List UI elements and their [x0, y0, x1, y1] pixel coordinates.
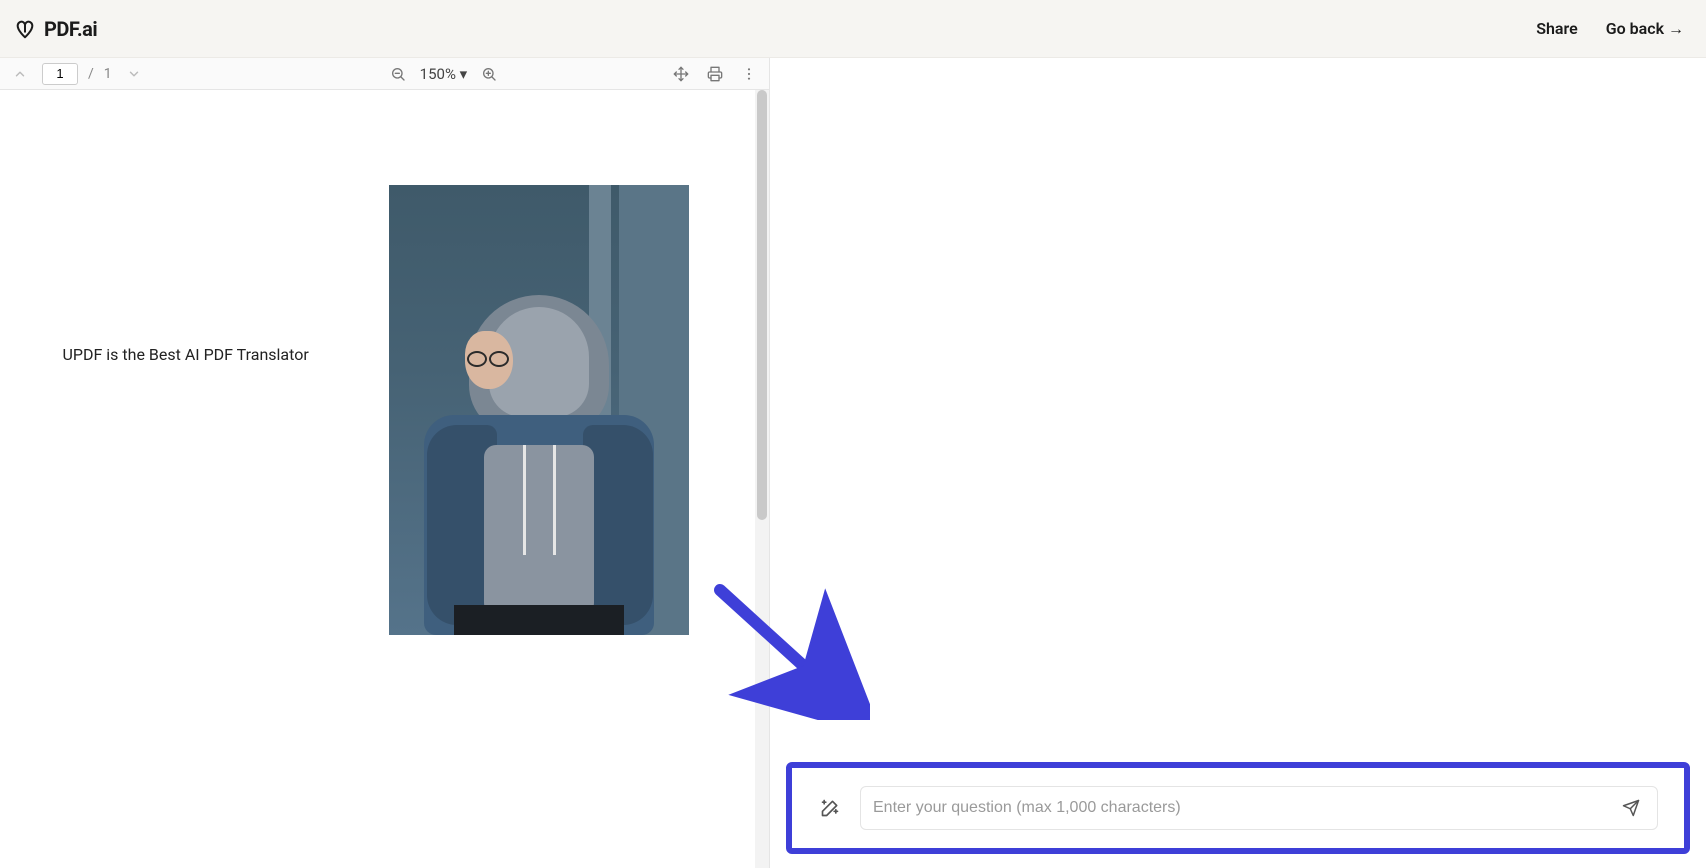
share-button[interactable]: Share — [1536, 19, 1578, 38]
pdf-pane: / 1 150% ▾ — [0, 58, 770, 868]
page-number-input[interactable] — [42, 63, 78, 85]
zoom-level-dropdown[interactable]: 150% ▾ — [420, 65, 468, 83]
move-tool-button[interactable] — [669, 62, 693, 86]
body-split: / 1 150% ▾ — [0, 58, 1706, 868]
chat-pane — [770, 58, 1706, 868]
brand-name: PDF.ai — [44, 17, 97, 41]
pdf-page: UPDF is the Best AI PDF Translator — [15, 90, 755, 850]
page-total: 1 — [104, 66, 112, 82]
page-down-button[interactable] — [122, 62, 146, 86]
chat-input-container — [860, 786, 1658, 830]
chat-input-highlight-box — [786, 762, 1690, 854]
print-button[interactable] — [703, 62, 727, 86]
page-separator: / — [88, 66, 94, 82]
chat-question-input[interactable] — [873, 799, 1607, 817]
app-header: PDF.ai Share Go back → — [0, 0, 1706, 58]
magic-wand-icon[interactable] — [818, 796, 842, 820]
pdf-scrollbar-thumb[interactable] — [757, 90, 767, 520]
pdf-scrollbar-track[interactable] — [755, 90, 769, 868]
more-menu-button[interactable] — [737, 62, 761, 86]
zoom-in-button[interactable] — [477, 62, 501, 86]
pdf-body-text: UPDF is the Best AI PDF Translator — [63, 345, 309, 364]
brand: PDF.ai — [14, 17, 97, 41]
pdf-viewport[interactable]: UPDF is the Best AI PDF Translator — [0, 90, 769, 868]
page-up-button[interactable] — [8, 62, 32, 86]
zoom-out-button[interactable] — [386, 62, 410, 86]
go-back-button[interactable]: Go back → — [1606, 19, 1684, 39]
pdf-toolbar: / 1 150% ▾ — [0, 58, 769, 90]
pdf-embedded-image — [389, 185, 689, 635]
header-actions: Share Go back → — [1536, 19, 1684, 39]
send-button[interactable] — [1617, 794, 1645, 822]
brand-logo-icon — [14, 18, 36, 40]
